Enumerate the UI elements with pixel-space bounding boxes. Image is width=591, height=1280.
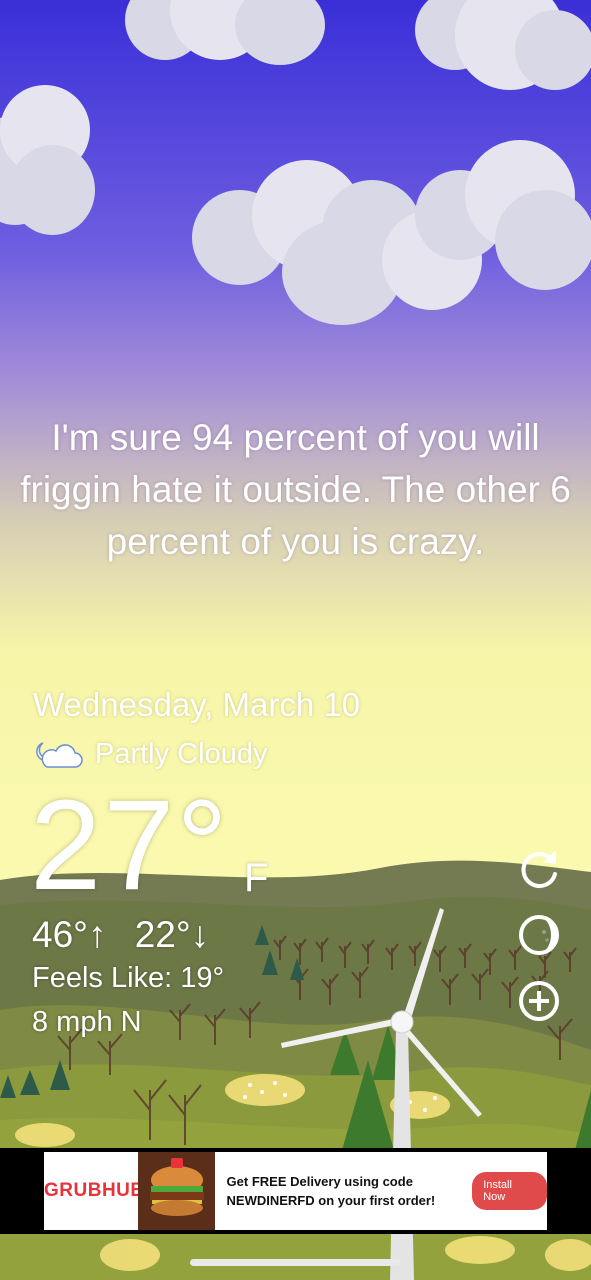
high-temperature: 46°↑ <box>32 914 107 955</box>
cloud <box>0 85 95 245</box>
cloud <box>125 0 325 90</box>
condition-text: Partly Cloudy <box>95 737 268 770</box>
temperature-unit: F <box>244 856 269 900</box>
forecast-date: Wednesday, March 10 <box>33 686 361 723</box>
refresh-icon[interactable] <box>516 846 562 892</box>
current-temperature: 27° <box>30 774 230 917</box>
moon-phase-icon[interactable] <box>516 912 562 958</box>
add-location-icon[interactable] <box>516 978 562 1024</box>
install-now-button[interactable]: Install Now <box>472 1172 547 1210</box>
partly-cloudy-night-icon <box>36 742 83 768</box>
ad-content[interactable]: GRUBHUB Get FREE Delivery using code NEW… <box>44 1152 547 1230</box>
ad-text: Get FREE Delivery using code NEWDINERFD … <box>226 1174 436 1208</box>
cloud <box>415 0 591 110</box>
feels-like: Feels Like: 19° <box>32 962 225 994</box>
weather-joke: I'm sure 94 percent of you will friggin … <box>20 417 571 562</box>
high-low: 46°↑ 22°↓ <box>32 914 227 956</box>
home-indicator[interactable] <box>190 1259 400 1266</box>
low-temperature: 22°↓ <box>134 914 210 955</box>
ad-banner[interactable]: GRUBHUB Get FREE Delivery using code NEW… <box>0 1148 591 1234</box>
burger-image <box>138 1152 215 1230</box>
wind-speed: 8 mph N <box>32 1006 142 1038</box>
grubhub-logo: GRUBHUB <box>44 1180 145 1201</box>
condition-row: Partly Cloudy <box>33 736 267 772</box>
cloud <box>415 140 591 290</box>
